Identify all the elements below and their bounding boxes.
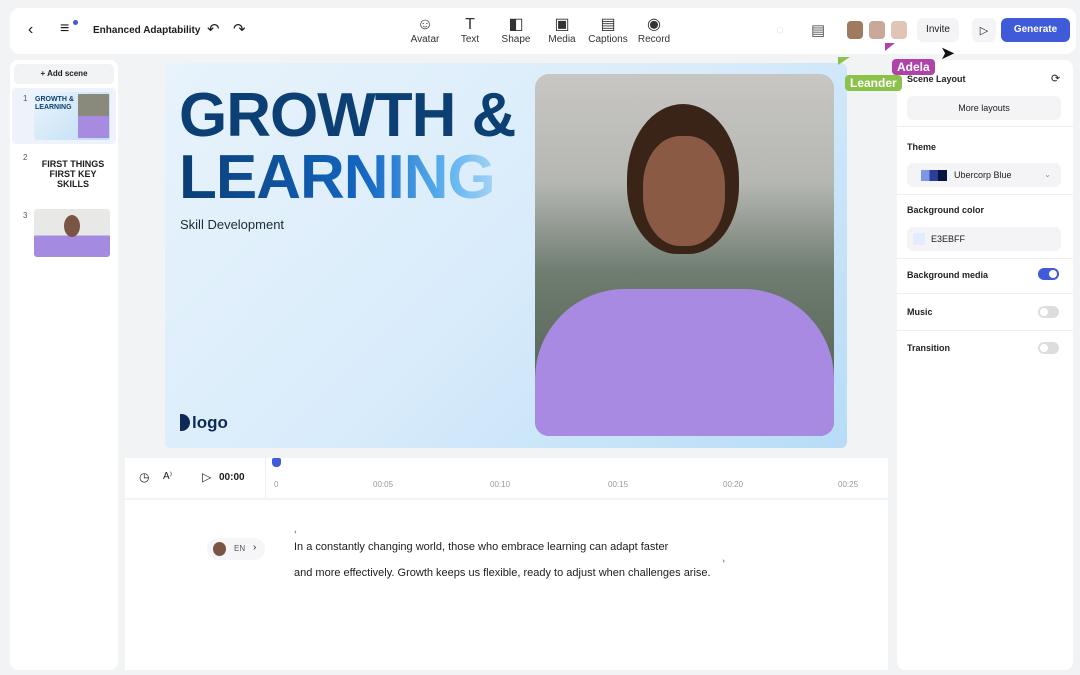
scene-sidebar: + Add scene 1 GROWTH & LEARNING 2 FIRST …: [10, 60, 118, 670]
script-line[interactable]: In a constantly changing world, those wh…: [294, 541, 668, 553]
adela-cursor-icon: [885, 43, 895, 51]
refresh-icon[interactable]: ⟳: [1051, 72, 1060, 85]
tick-label: 00:20: [723, 480, 744, 489]
background-media-toggle[interactable]: [1038, 268, 1059, 280]
scene-layout-label: Scene Layout: [907, 74, 966, 84]
music-toggle[interactable]: [1038, 306, 1059, 318]
scene-title: FIRST THINGS FIRST KEY SKILLS: [41, 159, 105, 189]
scene-number: 3: [23, 211, 28, 220]
pause-marker-icon[interactable]: ◐: [294, 529, 298, 536]
sync-icon: ◌: [776, 22, 784, 37]
add-scene-button[interactable]: + Add scene: [14, 64, 114, 84]
tick-label: 0: [274, 480, 279, 489]
collaborator-leander: Leander: [845, 75, 902, 91]
voice-icon[interactable]: A⁾: [163, 471, 172, 482]
play-icon[interactable]: ▷: [202, 470, 211, 484]
theme-label: Theme: [907, 142, 937, 152]
leander-cursor-icon: [838, 57, 850, 65]
more-layouts-button[interactable]: More layouts: [907, 96, 1061, 120]
menu-icon[interactable]: ≡: [60, 20, 69, 38]
avatar-thumbnail: [64, 215, 80, 237]
avatar[interactable]: [869, 21, 885, 39]
collaborator-adela: Adela: [892, 59, 935, 75]
scene-number: 2: [23, 153, 28, 162]
invite-button[interactable]: Invite: [917, 18, 959, 42]
project-title[interactable]: Enhanced Adaptability: [93, 25, 200, 36]
scene-number: 1: [23, 94, 28, 103]
color-swatch: [913, 233, 925, 245]
slide-subtitle[interactable]: Skill Development: [180, 217, 284, 232]
background-color-value: E3EBFF: [931, 234, 966, 244]
record-icon: ◉: [647, 16, 661, 33]
preview-play-button[interactable]: ▷: [972, 18, 996, 42]
avatar: [213, 542, 226, 556]
slide-title[interactable]: GROWTH & LEARNING: [179, 81, 516, 209]
transition-toggle[interactable]: [1038, 342, 1059, 354]
theme-select[interactable]: Ubercorp Blue ⌄: [907, 163, 1061, 187]
title-line-2: LEARNING: [179, 147, 515, 209]
avatar[interactable]: [847, 21, 863, 39]
generate-button[interactable]: Generate: [1001, 18, 1070, 42]
background-media-label: Background media: [907, 270, 989, 280]
tool-record[interactable]: ◉ Record: [626, 16, 682, 45]
music-label: Music: [907, 307, 933, 317]
mouse-cursor-icon: ➤: [940, 43, 956, 63]
pause-marker-icon[interactable]: ◑: [721, 558, 725, 565]
playhead[interactable]: [272, 458, 281, 467]
tick-label: 00:10: [490, 480, 511, 489]
chevron-right-icon: ›: [253, 542, 257, 553]
avatar-sweater: [535, 289, 834, 436]
back-icon[interactable]: ‹: [28, 21, 33, 39]
notes-icon[interactable]: ▤: [811, 21, 825, 39]
scene-thumbnail-2[interactable]: FIRST THINGS FIRST KEY SKILLS: [34, 154, 110, 202]
title-line-1: GROWTH &: [179, 81, 516, 150]
scene-thumbnail-1[interactable]: GROWTH & LEARNING: [34, 92, 110, 140]
current-time: 00:00: [219, 472, 245, 483]
theme-swatch: [921, 170, 947, 181]
avatar-presenter[interactable]: [535, 74, 834, 436]
slide-logo[interactable]: logo: [180, 413, 228, 433]
add-scene-label: Add scene: [47, 69, 88, 78]
avatar-thumbnail: [78, 94, 109, 138]
clock-icon[interactable]: ◷: [139, 470, 149, 484]
logo-text: logo: [192, 413, 228, 432]
chevron-down-icon: ⌄: [1044, 170, 1051, 179]
logo-icon: [180, 414, 190, 431]
script-line[interactable]: and more effectively. Growth keeps us fl…: [294, 567, 711, 579]
voice-language-selector[interactable]: EN ›: [207, 538, 265, 560]
scene-title: GROWTH & LEARNING: [35, 96, 74, 111]
redo-icon[interactable]: ↷: [233, 20, 246, 38]
timeline[interactable]: ◷ A⁾ ▷ 00:00 0 00:05 00:10 00:15 00:20 0…: [125, 458, 888, 498]
properties-panel: Scene Layout ⟳ More layouts Theme Uberco…: [897, 60, 1073, 670]
notification-dot: [73, 20, 78, 25]
transition-label: Transition: [907, 343, 951, 353]
script-editor[interactable]: EN › ◐ In a constantly changing world, t…: [125, 500, 888, 670]
avatar-face: [643, 136, 725, 246]
tick-label: 00:25: [838, 480, 859, 489]
top-bar: ‹ ≡ Enhanced Adaptability ↶ ↷ ☺ Avatar TT…: [10, 8, 1076, 54]
avatar[interactable]: [891, 21, 907, 39]
scene-thumbnail-3[interactable]: [34, 209, 110, 257]
tick-label: 00:15: [608, 480, 629, 489]
language-label: EN: [234, 544, 246, 553]
background-color-label: Background color: [907, 205, 985, 215]
background-color-input[interactable]: E3EBFF: [907, 227, 1061, 251]
tool-label: Record: [637, 34, 671, 45]
theme-value: Ubercorp Blue: [954, 170, 1012, 180]
tick-label: 00:05: [373, 480, 394, 489]
undo-icon[interactable]: ↶: [207, 20, 220, 38]
slide-canvas[interactable]: GROWTH & LEARNING Skill Development logo: [165, 63, 847, 448]
